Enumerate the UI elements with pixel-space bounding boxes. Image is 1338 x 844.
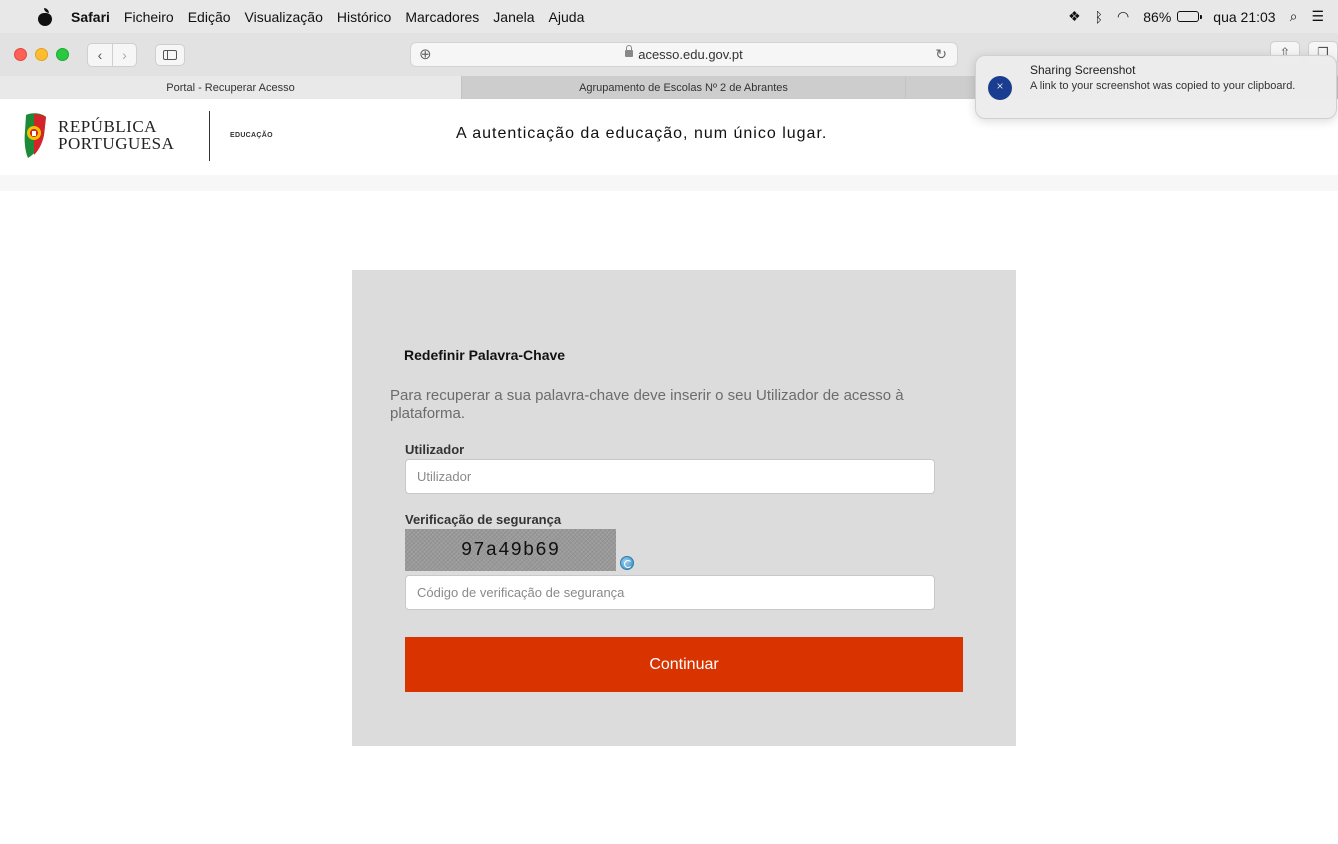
continue-button[interactable]: Continuar: [405, 637, 963, 692]
security-code-input[interactable]: [405, 575, 935, 610]
back-button[interactable]: ‹: [88, 44, 112, 66]
address-bar[interactable]: ⊕ acesso.edu.gov.pt ↻: [410, 42, 958, 67]
bluetooth-icon[interactable]: ᛒ: [1095, 9, 1103, 25]
menu-edicao[interactable]: Edição: [188, 9, 231, 25]
battery-percent: 86%: [1143, 8, 1172, 25]
logo-divider: [209, 111, 210, 161]
header-divider-strip: [0, 175, 1338, 191]
navigation-buttons: ‹ ›: [87, 42, 137, 67]
user-input[interactable]: [405, 459, 935, 494]
fullscreen-window-button[interactable]: [56, 48, 69, 61]
window-controls: [14, 48, 69, 61]
logo-subtitle: EDUCAÇÃO: [230, 132, 273, 139]
wifi-icon[interactable]: ◠: [1117, 8, 1129, 25]
security-label: Verificação de segurança: [405, 512, 562, 527]
notification-title: Sharing Screenshot: [1030, 63, 1136, 77]
sidebar-icon: [163, 49, 177, 60]
logo-line-2: PORTUGUESA: [58, 134, 175, 153]
close-window-button[interactable]: [14, 48, 27, 61]
spotlight-search-icon[interactable]: ⌕: [1290, 8, 1298, 25]
form-title: Redefinir Palavra-Chave: [404, 347, 566, 363]
menu-ajuda[interactable]: Ajuda: [549, 9, 585, 25]
battery-indicator[interactable]: 86%: [1143, 8, 1203, 25]
lock-icon: [625, 45, 634, 57]
apple-icon[interactable]: [37, 7, 53, 26]
status-area: ❖ ᛒ ◠ 86% qua 21:03 ⌕ ☰: [1068, 0, 1324, 33]
refresh-captcha-icon[interactable]: [620, 556, 634, 570]
menu-historico[interactable]: Histórico: [337, 9, 391, 25]
user-label: Utilizador: [405, 442, 465, 457]
sidebar-toggle-button[interactable]: [155, 43, 185, 66]
captcha-image: 97a49b69: [405, 529, 616, 571]
battery-icon: [1177, 11, 1203, 22]
password-reset-card: Redefinir Palavra-Chave Para recuperar a…: [352, 270, 1016, 746]
logo-line-1: REPÚBLICA: [58, 117, 157, 136]
tab-agrupamento-escolas[interactable]: Agrupamento de Escolas Nº 2 de Abrantes: [462, 76, 906, 99]
menu-marcadores[interactable]: Marcadores: [405, 9, 479, 25]
dropbox-icon: [988, 76, 1012, 100]
header-tagline: A autenticação da educação, num único lu…: [456, 125, 828, 142]
clock[interactable]: qua 21:03: [1213, 9, 1275, 25]
menu-janela[interactable]: Janela: [493, 9, 534, 25]
dropbox-status-icon[interactable]: ❖: [1068, 8, 1081, 25]
forward-button[interactable]: ›: [112, 43, 136, 66]
menu-ficheiro[interactable]: Ficheiro: [124, 9, 174, 25]
notification-body: A link to your screenshot was copied to …: [1030, 80, 1296, 92]
menu-visualizacao[interactable]: Visualização: [245, 9, 323, 25]
notification-banner[interactable]: Sharing Screenshot A link to your screen…: [975, 55, 1337, 119]
notification-center-icon[interactable]: ☰: [1311, 8, 1324, 25]
portugal-emblem-icon: [24, 113, 46, 158]
new-tab-plus-icon[interactable]: ⊕: [419, 45, 432, 63]
url-text: acesso.edu.gov.pt: [638, 47, 743, 62]
menu-bar: Safari Ficheiro Edição Visualização Hist…: [0, 0, 1338, 33]
logo-wordmark: REPÚBLICA PORTUGUESA: [58, 118, 174, 152]
tab-portal-recuperar-acesso[interactable]: Portal - Recuperar Acesso: [0, 76, 462, 99]
minimize-window-button[interactable]: [35, 48, 48, 61]
menu-app-safari[interactable]: Safari: [71, 9, 110, 25]
reload-icon[interactable]: ↻: [935, 46, 947, 63]
form-description: Para recuperar a sua palavra-chave deve …: [390, 387, 904, 422]
